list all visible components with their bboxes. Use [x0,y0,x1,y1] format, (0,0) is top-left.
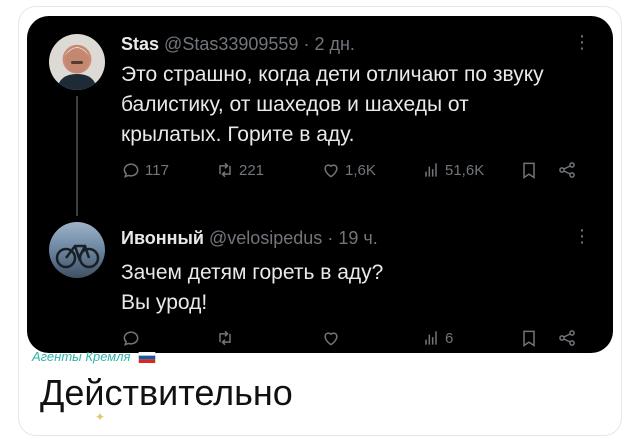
reply-icon [123,163,139,178]
tweet-time[interactable]: · 2 дн. [303,34,354,54]
repost-icon [219,330,231,346]
russian-flag-icon [138,352,156,364]
watermark-text: Агенты Кремля [32,349,131,364]
views-button[interactable]: 6 [421,328,453,348]
like-button[interactable]: 1,6K [321,160,376,180]
bookmark-button[interactable] [519,160,539,180]
author-name[interactable]: Stas [121,34,159,54]
repost-icon [219,162,231,178]
author-name[interactable]: Ивонный [121,228,204,248]
tweet-text-line: крылатых. Горите в аду. [121,123,355,146]
tweet-text-line: Это страшно, когда дети отличают по звук… [121,63,544,86]
more-options-icon[interactable]: ⋮ [573,32,591,53]
like-count: 1,6K [345,161,376,179]
tweet-header: Stas @Stas33909559 · 2 дн. [121,34,355,55]
views-bar-icon [425,163,437,177]
avatar[interactable] [49,222,105,278]
tweet-header: Ивонный @velosipedus · 19 ч. [121,228,378,249]
author-handle[interactable]: @Stas33909559 [164,34,298,54]
views-bar-icon [425,331,437,345]
share-button[interactable] [557,328,577,348]
bookmark-icon [523,330,535,347]
reply-button[interactable] [121,328,145,348]
watermark: Агенты Кремля [32,349,156,364]
reply-button[interactable]: 117 [121,160,169,180]
screenshot-card: Stas @Stas33909559 · 2 дн. ⋮ Это страшно… [27,16,613,353]
views-button[interactable]: 51,6K [421,160,484,180]
tweet-text: Это страшно, когда дети отличают по звук… [121,60,583,150]
like-button[interactable] [321,328,345,348]
views-count: 51,6K [445,161,485,179]
avatar[interactable] [49,34,105,90]
tweet-text: Зачем детям гореть в аду? Вы урод! [121,258,583,318]
repost-count: 221 [239,161,265,179]
share-icon [559,330,575,346]
tweet-text-line: Зачем детям гореть в аду? [121,261,384,284]
share-button[interactable] [557,160,577,180]
post-caption: Действительно [40,372,293,413]
avatar-person-icon [57,45,97,90]
more-options-icon[interactable]: ⋮ [573,226,591,247]
bookmark-button[interactable] [519,328,539,348]
share-icon [559,162,575,178]
bookmark-icon [523,162,535,179]
tweet-actions: 6 [121,328,587,352]
views-count: 6 [445,329,454,347]
repost-button[interactable] [215,328,239,348]
heart-icon [324,164,338,178]
sparkle-icon: ✦ [95,410,106,424]
tweet-time[interactable]: · 19 ч. [327,228,377,248]
bicycle-avatar-icon [55,244,100,269]
tweet-actions: 117 221 1,6K 51,6K [121,160,587,184]
reply-count: 117 [145,161,169,179]
tweet-text-line: Вы урод! [121,291,208,314]
tweet-text-line: балистику, от шахедов и шахеды от [121,93,469,116]
repost-button[interactable]: 221 [215,160,264,180]
heart-icon [324,332,338,346]
author-handle[interactable]: @velosipedus [209,228,322,248]
reply-icon [123,331,139,346]
thread-connector [76,96,78,216]
